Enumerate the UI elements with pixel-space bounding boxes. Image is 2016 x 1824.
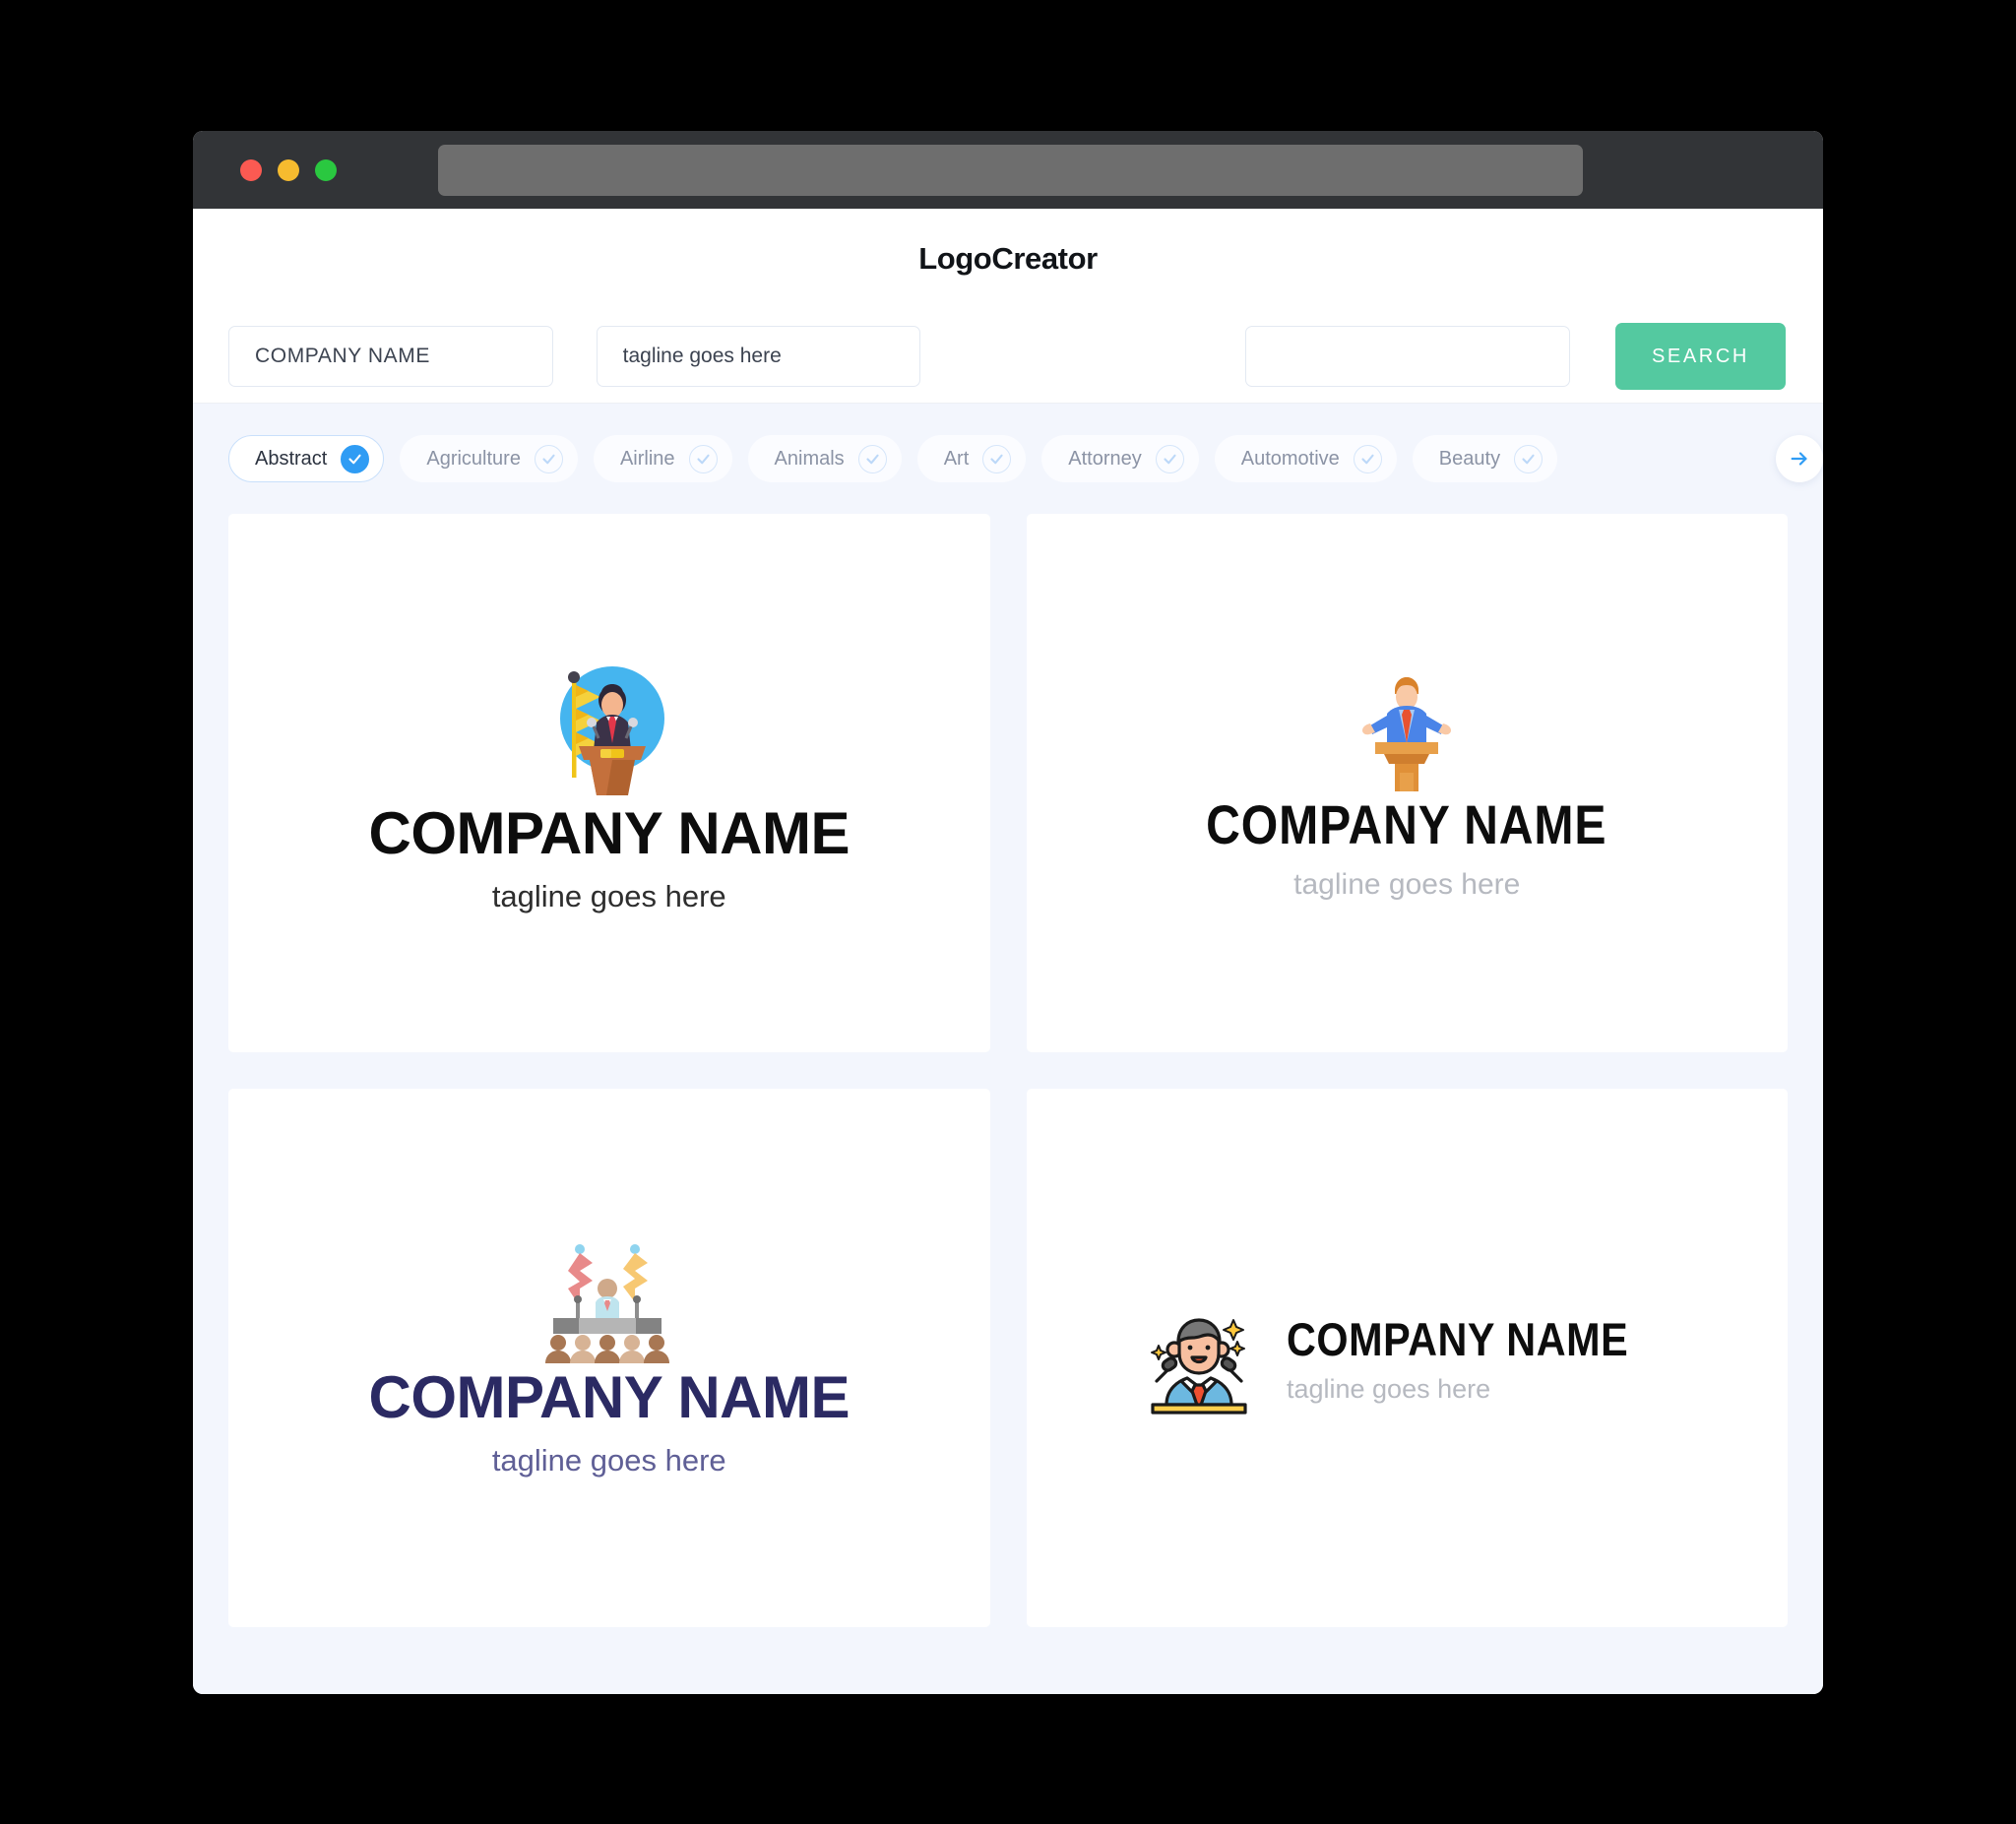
category-filter-bar: Abstract Agriculture Airline Animals Art Atto… [228,404,1788,514]
category-chip-animals[interactable]: Animals [747,435,902,482]
category-chip-airline[interactable]: Airline [593,435,732,482]
close-window-button[interactable] [240,158,262,181]
minimize-window-button[interactable] [278,158,299,181]
category-chip-label: Agriculture [426,447,521,470]
logo-preview-3: COMPANY NAME tagline goes here [369,1237,850,1478]
category-chip-beauty[interactable]: Beauty [1412,435,1558,482]
company-name-input[interactable]: COMPANY NAME [228,326,553,387]
category-chip-label: Animals [774,447,845,470]
logo-company-name: COMPANY NAME [1286,1312,1629,1365]
logo-preview-4: COMPANY NAME tagline goes here [1139,1298,1675,1418]
check-icon [982,444,1012,473]
browser-titlebar [193,131,1823,209]
maximize-window-button[interactable] [315,158,337,181]
logo-results-grid: COMPANY NAME tagline goes here COMPANY N… [228,514,1788,1627]
logo-preview-2: COMPANY NAME tagline goes here [1173,664,1640,902]
category-chip-attorney[interactable]: Attorney [1041,435,1199,482]
category-chip-art[interactable]: Art [916,435,1027,482]
screenshot-root: LogoCreator COMPANY NAME tagline goes he… [0,0,2016,1824]
category-chip-abstract[interactable]: Abstract [228,435,385,482]
conference-stage-audience-icon [544,1244,669,1363]
traffic-lights [240,158,337,181]
logo-company-name: COMPANY NAME [368,1364,850,1430]
check-icon [857,444,887,473]
category-chip-label: Beauty [1438,447,1501,470]
check-icon [534,444,563,473]
search-toolbar: COMPANY NAME tagline goes here SEARCH [193,309,1823,404]
check-icon [341,444,370,473]
keyword-input[interactable] [1245,326,1570,387]
logo-company-name: COMPANY NAME [1206,793,1607,855]
check-icon [1514,444,1544,473]
logo-company-name: COMPANY NAME [368,800,850,866]
logo-card[interactable]: COMPANY NAME tagline goes here [1026,1089,1788,1627]
news-anchor-microphones-icon [1150,1317,1247,1415]
category-chip-agriculture[interactable]: Agriculture [400,435,578,482]
speaker-arms-raised-podium-icon [1362,677,1452,791]
category-chip-label: Airline [619,447,675,470]
speaker-podium-flag-icon [559,666,664,795]
page-title: LogoCreator [918,241,1098,276]
url-bar[interactable] [438,144,1583,196]
logo-tagline: tagline goes here [1286,1373,1491,1404]
logo-text-block-4: COMPANY NAME tagline goes here [1287,1312,1675,1405]
category-chip-automotive[interactable]: Automotive [1214,435,1397,482]
search-button[interactable]: SEARCH [1614,323,1787,390]
logo-card[interactable]: COMPANY NAME tagline goes here [228,514,990,1052]
logo-card[interactable]: COMPANY NAME tagline goes here [1026,514,1788,1052]
check-icon [1353,444,1382,473]
category-chip-label: Attorney [1068,447,1142,470]
logo-card[interactable]: COMPANY NAME tagline goes here [228,1089,990,1627]
results-area: Abstract Agriculture Airline Animals Art Atto… [193,404,1823,1694]
logo-tagline: tagline goes here [491,1443,726,1478]
arrow-right-icon [1791,452,1807,466]
category-chip-label: Art [943,447,970,470]
tagline-input[interactable]: tagline goes here [596,326,921,387]
category-chip-label: Automotive [1240,447,1340,470]
categories-next-button[interactable] [1776,435,1823,482]
category-chip-label: Abstract [255,447,328,470]
browser-window: LogoCreator COMPANY NAME tagline goes he… [193,131,1823,1694]
check-icon [688,444,718,473]
check-icon [1155,444,1184,473]
logo-tagline: tagline goes here [491,879,726,913]
logo-tagline: tagline goes here [1293,868,1521,901]
app-header: LogoCreator [193,209,1823,309]
logo-preview-1: COMPANY NAME tagline goes here [369,652,850,914]
